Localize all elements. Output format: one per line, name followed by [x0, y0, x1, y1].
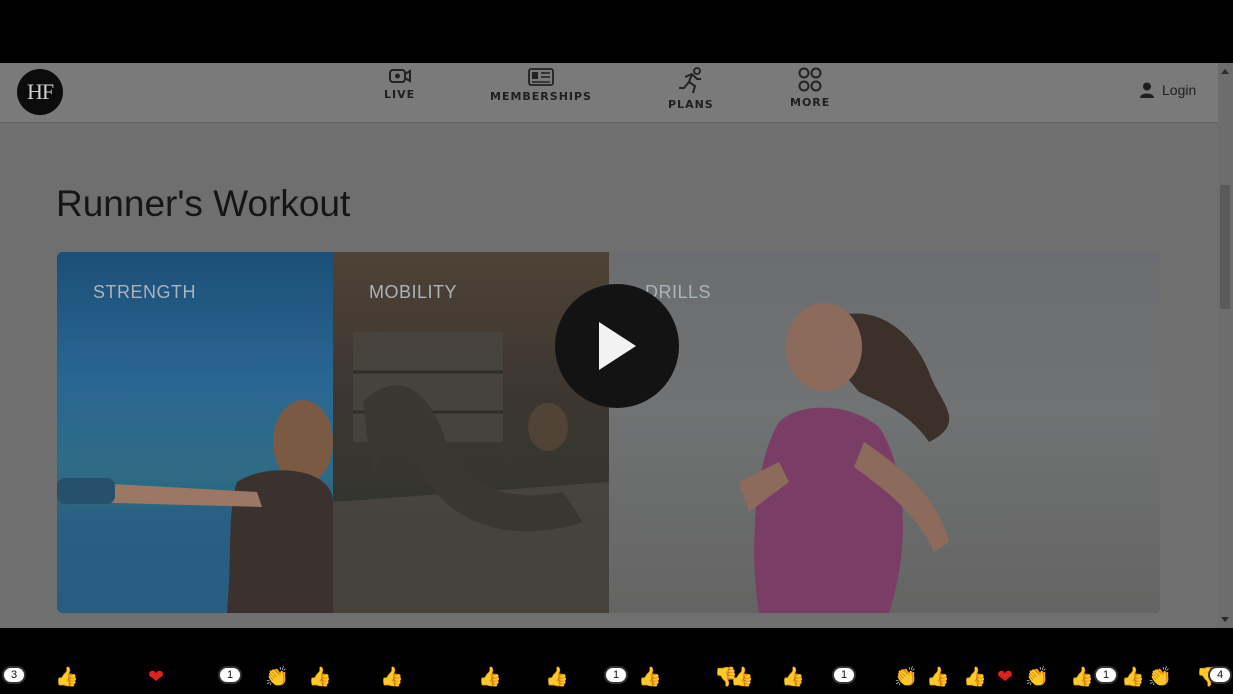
thumbs-up-icon: 👍: [638, 666, 662, 688]
comment-count-bubble[interactable]: 1: [832, 666, 856, 684]
laughing-face-icon: 😂: [180, 666, 203, 688]
surprised-face-icon: 😮: [663, 666, 683, 688]
laughing-face-icon: 😂: [108, 666, 131, 688]
login-link[interactable]: Login: [1140, 82, 1196, 98]
runner-woman-image: [739, 303, 950, 613]
login-label: Login: [1162, 82, 1197, 98]
clapping-hands-icon: 👏: [894, 666, 918, 688]
page-title: Runner's Workout: [56, 183, 351, 224]
runner-icon: [678, 67, 701, 94]
thumbs-up-icon: 👍: [1121, 666, 1145, 688]
heart-icon: ❤: [997, 666, 1013, 688]
thumbs-up-icon: 👍: [926, 666, 950, 688]
comment-count-bubble[interactable]: 1: [604, 666, 628, 684]
play-icon: [599, 322, 636, 370]
thumbs-up-icon: 👍: [545, 666, 569, 688]
mobility-athlete-image: [333, 332, 609, 613]
vertical-scrollbar[interactable]: [1218, 63, 1233, 628]
play-button[interactable]: [555, 284, 679, 408]
thumbs-up-icon: 👍: [1070, 666, 1094, 688]
nav-more[interactable]: MORE: [790, 67, 830, 109]
thumbs-up-icon: 👍: [781, 666, 805, 688]
nav-memberships-label: MEMBERSHIPS: [490, 90, 592, 103]
nav-more-label: MORE: [790, 96, 831, 109]
brand-logo[interactable]: HF: [17, 69, 63, 115]
site-header: HF LIVE MEMBERSHIPS PLANS MORE Login: [0, 63, 1218, 122]
reaction-stream: 3 👍 ❤ 😂 ❤ 😂 1 👏 👍 😂 😂 😂 👍 👍 👍 😮 1 👍 😮 😮 …: [0, 660, 1233, 694]
video-camera-icon: [388, 69, 411, 83]
comment-count-bubble[interactable]: 4: [1208, 666, 1232, 684]
clapping-hands-icon: 👏: [265, 666, 289, 688]
clapping-hands-icon: 👏: [1025, 666, 1049, 688]
nav-plans[interactable]: PLANS: [668, 67, 714, 111]
video-panel-mobility: MOBILITY: [333, 252, 609, 613]
video-panel-drills: DRILLS: [609, 252, 1160, 613]
thumbs-up-icon: 👍: [478, 666, 502, 688]
panel-label-mobility: MOBILITY: [369, 282, 458, 302]
scroll-up-arrow-icon[interactable]: [1221, 69, 1229, 74]
clapping-hands-icon: 👏: [1148, 666, 1172, 688]
page-viewport: HF LIVE MEMBERSHIPS PLANS MORE Login Run…: [0, 63, 1233, 628]
heart-icon: ❤: [148, 666, 164, 688]
thumbs-up-icon: 👍: [55, 666, 79, 688]
laughing-face-icon: 😂: [328, 666, 351, 688]
comment-count-bubble[interactable]: 1: [218, 666, 242, 684]
scroll-down-arrow-icon[interactable]: [1221, 617, 1229, 622]
nav-live-label: LIVE: [384, 88, 416, 101]
thumbs-up-icon: 👍: [963, 666, 987, 688]
surprised-face-icon: 😮: [688, 666, 708, 688]
nav-plans-label: PLANS: [668, 98, 714, 111]
user-icon: [1140, 82, 1154, 98]
video-panel-strength: STRENGTH: [57, 252, 333, 613]
strength-athlete-image: [57, 400, 333, 613]
membership-card-icon: [528, 68, 554, 86]
thumbs-up-icon: 👍: [730, 666, 754, 688]
nav-memberships[interactable]: MEMBERSHIPS: [490, 67, 592, 103]
top-letterbox: [0, 0, 1233, 63]
panel-label-strength: STRENGTH: [93, 282, 196, 302]
comment-count-bubble[interactable]: 3: [2, 666, 26, 684]
thumbs-up-icon: 👍: [380, 666, 404, 688]
nav-live[interactable]: LIVE: [384, 67, 415, 101]
grid-icon: [798, 67, 822, 92]
surprised-face-icon: 😮: [576, 666, 596, 688]
laughing-face-icon: 😂: [348, 666, 371, 688]
comment-count-bubble[interactable]: 1: [1094, 666, 1118, 684]
scrollbar-thumb[interactable]: [1220, 185, 1230, 309]
